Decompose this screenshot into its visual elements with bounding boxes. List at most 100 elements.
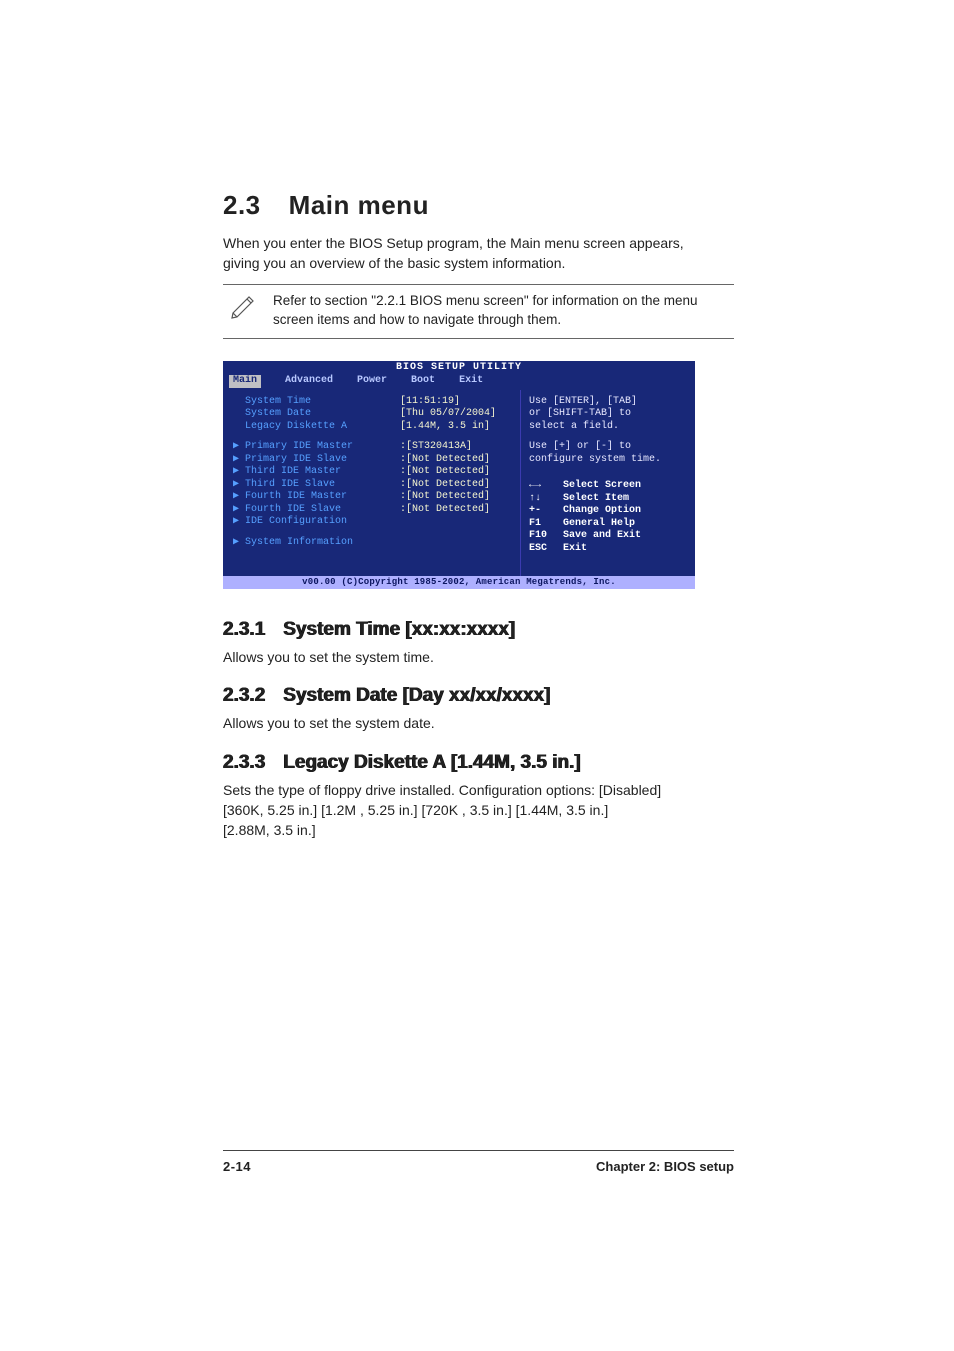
- bios-key-row: F10Save and Exit: [529, 530, 689, 543]
- bios-field-row[interactable]: ▶Fourth IDE Slave:[Not Detected]: [233, 504, 512, 517]
- subsection-231-num: 2.3.1: [223, 619, 265, 640]
- bios-key-legend: ←→Select Screen↑↓Select Item+-Change Opt…: [529, 480, 689, 555]
- bios-key-row: ESCExit: [529, 543, 689, 556]
- section-heading: 2.3 Main menu: [223, 190, 734, 221]
- bios-tab-main[interactable]: Main: [229, 375, 261, 388]
- chapter-label: Chapter 2: BIOS setup: [596, 1159, 734, 1174]
- note-callout: Refer to section "2.2.1 BIOS menu screen…: [223, 284, 734, 339]
- bios-tab-advanced[interactable]: Advanced: [285, 375, 333, 388]
- bios-field-label: System Information: [245, 537, 400, 550]
- bios-copyright-footer: v00.00 (C)Copyright 1985-2002, American …: [223, 576, 695, 589]
- subsection-233-heading: 2.3.3 Legacy Diskette A [1.44M, 3.5 in.]: [223, 752, 734, 774]
- bios-field-value: :[Not Detected]: [400, 504, 490, 517]
- bios-field-label: Primary IDE Master: [245, 441, 400, 454]
- bios-key-action: Change Option: [563, 505, 641, 518]
- sub3-line2: [360K, 5.25 in.] [1.2M , 5.25 in.] [720K…: [223, 802, 608, 818]
- bios-bot-rows: ▶System Information: [233, 537, 512, 550]
- bios-key-row: +-Change Option: [529, 505, 689, 518]
- bios-key-action: Select Item: [563, 493, 629, 506]
- intro-paragraph: When you enter the BIOS Setup program, t…: [223, 233, 734, 274]
- bios-key-row: ←→Select Screen: [529, 480, 689, 493]
- bios-key-shortcut: F1: [529, 518, 563, 531]
- bios-key-action: Exit: [563, 543, 587, 556]
- bios-field-row[interactable]: ▶Primary IDE Master:[ST320413A]: [233, 441, 512, 454]
- bios-field-row[interactable]: ▶Third IDE Slave:[Not Detected]: [233, 479, 512, 492]
- sub3-line1: Sets the type of floppy drive installed.…: [223, 782, 661, 798]
- bios-key-action: Save and Exit: [563, 530, 641, 543]
- bios-hint2-line2: configure system time.: [529, 454, 689, 467]
- bios-field-label: Legacy Diskette A: [245, 421, 400, 434]
- bios-hint1-line3: select a field.: [529, 421, 689, 434]
- sub3-line3: [2.88M, 3.5 in.]: [223, 822, 316, 838]
- bios-key-shortcut: +-: [529, 505, 563, 518]
- bios-menu-bar: Main Advanced Power Boot Exit: [223, 375, 695, 390]
- triangle-marker-icon: ▶: [233, 516, 245, 529]
- bios-field-value: :[Not Detected]: [400, 466, 490, 479]
- bios-field-row[interactable]: Legacy Diskette A[1.44M, 3.5 in]: [233, 421, 512, 434]
- bios-field-value: [11:51:19]: [400, 396, 460, 409]
- bios-key-row: F1General Help: [529, 518, 689, 531]
- bios-key-action: Select Screen: [563, 480, 641, 493]
- bios-mid-rows: ▶Primary IDE Master:[ST320413A]▶Primary …: [233, 441, 512, 529]
- triangle-marker-icon: ▶: [233, 466, 245, 479]
- triangle-marker-icon: ▶: [233, 479, 245, 492]
- subsection-232-heading: 2.3.2System Date [Day xx/xx/xxxx]: [223, 685, 734, 707]
- triangle-marker-icon: ▶: [233, 537, 245, 550]
- bios-field-row[interactable]: System Date[Thu 05/07/2004]: [233, 408, 512, 421]
- bios-field-label: System Date: [245, 408, 400, 421]
- triangle-marker-icon: ▶: [233, 491, 245, 504]
- bios-tab-boot[interactable]: Boot: [411, 375, 435, 388]
- bios-field-value: :[Not Detected]: [400, 479, 490, 492]
- bios-field-label: System Time: [245, 396, 400, 409]
- bios-field-value: [Thu 05/07/2004]: [400, 408, 496, 421]
- page-footer: 2-14 Chapter 2: BIOS setup: [223, 1150, 734, 1174]
- bios-field-label: Third IDE Master: [245, 466, 400, 479]
- subsection-233-num: 2.3.3: [223, 752, 265, 773]
- bios-help-panel: Use [ENTER], [TAB] or [SHIFT-TAB] to sel…: [521, 390, 695, 576]
- bios-field-label: Primary IDE Slave: [245, 454, 400, 467]
- subsection-232-num: 2.3.2: [223, 685, 265, 706]
- section-number: 2.3: [223, 190, 261, 220]
- bios-field-label: Fourth IDE Master: [245, 491, 400, 504]
- bios-field-label: IDE Configuration: [245, 516, 400, 529]
- subsection-233-body: Sets the type of floppy drive installed.…: [223, 780, 734, 841]
- bios-field-row[interactable]: ▶System Information: [233, 537, 512, 550]
- bios-field-row[interactable]: ▶Third IDE Master:[Not Detected]: [233, 466, 512, 479]
- bios-body: System Time[11:51:19] System Date[Thu 05…: [223, 390, 695, 576]
- bios-hint1-line1: Use [ENTER], [TAB]: [529, 396, 689, 409]
- bios-field-row[interactable]: ▶Fourth IDE Master:[Not Detected]: [233, 491, 512, 504]
- bios-hint1-line2: or [SHIFT-TAB] to: [529, 408, 689, 421]
- subsection-233-title: Legacy Diskette A [1.44M, 3.5 in.]: [283, 752, 580, 773]
- intro-line-1: When you enter the BIOS Setup program, t…: [223, 235, 684, 251]
- subsection-232-body: Allows you to set the system date.: [223, 713, 734, 733]
- bios-field-row[interactable]: System Time[11:51:19]: [233, 396, 512, 409]
- bios-key-row: ↑↓Select Item: [529, 493, 689, 506]
- bios-key-shortcut: ↑↓: [529, 493, 563, 506]
- bios-field-row[interactable]: ▶Primary IDE Slave:[Not Detected]: [233, 454, 512, 467]
- subsection-231-body: Allows you to set the system time.: [223, 647, 734, 667]
- subsection-231-heading: 2.3.1System Time [xx:xx:xxxx]: [223, 619, 734, 641]
- bios-field-value: :[Not Detected]: [400, 454, 490, 467]
- bios-field-value: :[ST320413A]: [400, 441, 472, 454]
- bios-main-panel: System Time[11:51:19] System Date[Thu 05…: [223, 390, 521, 576]
- bios-key-action: General Help: [563, 518, 635, 531]
- triangle-marker-icon: ▶: [233, 454, 245, 467]
- triangle-marker-icon: ▶: [233, 441, 245, 454]
- bios-field-label: Fourth IDE Slave: [245, 504, 400, 517]
- bios-key-shortcut: ESC: [529, 543, 563, 556]
- bios-tab-exit[interactable]: Exit: [459, 375, 483, 388]
- bios-key-shortcut: ←→: [529, 480, 563, 493]
- page-number: 2-14: [223, 1159, 251, 1174]
- bios-key-shortcut: F10: [529, 530, 563, 543]
- pencil-note-icon: [223, 291, 265, 319]
- bios-help-hint2: Use [+] or [-] to configure system time.: [529, 441, 689, 466]
- section-title-text: Main menu: [289, 190, 429, 220]
- bios-top-rows: System Time[11:51:19] System Date[Thu 05…: [233, 396, 512, 434]
- bios-title: BIOS SETUP UTILITY: [223, 361, 695, 376]
- bios-field-row[interactable]: ▶IDE Configuration: [233, 516, 512, 529]
- bios-help-hint1: Use [ENTER], [TAB] or [SHIFT-TAB] to sel…: [529, 396, 689, 434]
- triangle-marker-icon: ▶: [233, 504, 245, 517]
- page-content: 2.3 Main menu When you enter the BIOS Set…: [0, 0, 954, 1174]
- bios-tab-power[interactable]: Power: [357, 375, 387, 388]
- bios-field-label: Third IDE Slave: [245, 479, 400, 492]
